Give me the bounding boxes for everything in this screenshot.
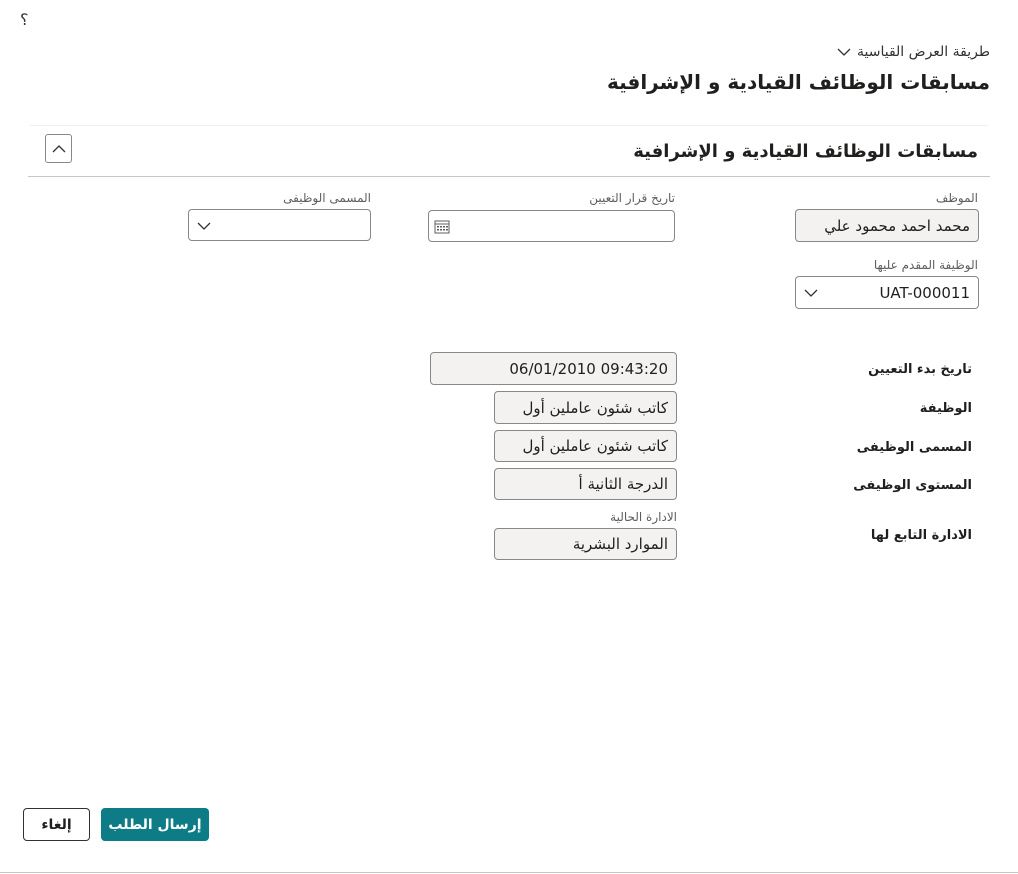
title-label: المسمى الوظيفى [856,440,972,455]
employee-label: الموظف [935,191,978,205]
employee-field: محمد احمد محمود علي [795,209,979,242]
chevron-down-icon [837,48,851,56]
section-title: مسابقات الوظائف القيادية و الإشرافية [633,141,978,162]
level-value: الدرجة الثانية أ [578,475,668,493]
job-title-label: المسمى الوظيفى [283,191,371,205]
job-field: كاتب شئون عاملين أول [494,391,677,424]
view-mode-label: طريقة العرض القياسية [857,44,990,60]
department-value: الموارد البشرية [572,535,668,553]
section-divider [28,176,990,177]
job-title-dropdown[interactable] [188,209,371,241]
start-date-value: 09:43:20 06/01/2010 [509,359,668,378]
chevron-up-icon [52,144,65,152]
chevron-down-icon [804,289,818,297]
level-field: الدرجة الثانية أ [494,468,677,500]
chevron-down-icon [197,222,211,230]
calendar-icon[interactable] [434,219,450,234]
collapse-section-button[interactable] [45,134,72,163]
header-divider [30,125,988,126]
footer-divider [0,872,1018,873]
help-icon[interactable]: ؟ [20,10,29,29]
job-label: الوظيفة [919,401,972,416]
start-date-field: 09:43:20 06/01/2010 [430,352,677,385]
title-value: كاتب شئون عاملين أول [522,437,668,455]
job-value: كاتب شئون عاملين أول [522,398,668,417]
current-department-label: الادارة الحالية [610,510,677,524]
employee-value: محمد احمد محمود علي [824,216,970,235]
page-title: مسابقات الوظائف القيادية و الإشرافية [606,70,990,94]
appointment-decision-date-input[interactable] [428,210,675,242]
start-date-label: تاريخ بدء التعيين [868,362,972,377]
applied-job-dropdown[interactable]: UAT-000011 [795,276,979,309]
title-field: كاتب شئون عاملين أول [494,430,677,462]
applied-job-label: الوظيفة المقدم عليها [873,258,978,272]
level-label: المستوى الوظيفى [853,478,972,493]
submit-request-button[interactable]: إرسال الطلب [101,808,209,841]
view-mode-selector[interactable]: طريقة العرض القياسية [837,44,990,60]
department-field: الموارد البشرية [494,528,677,560]
department-label: الادارة التابع لها [870,528,972,543]
appointment-decision-date-label: تاريخ قرار التعيين [589,191,675,205]
applied-job-value: UAT-000011 [879,283,970,302]
cancel-button[interactable]: إلغاء [23,808,90,841]
